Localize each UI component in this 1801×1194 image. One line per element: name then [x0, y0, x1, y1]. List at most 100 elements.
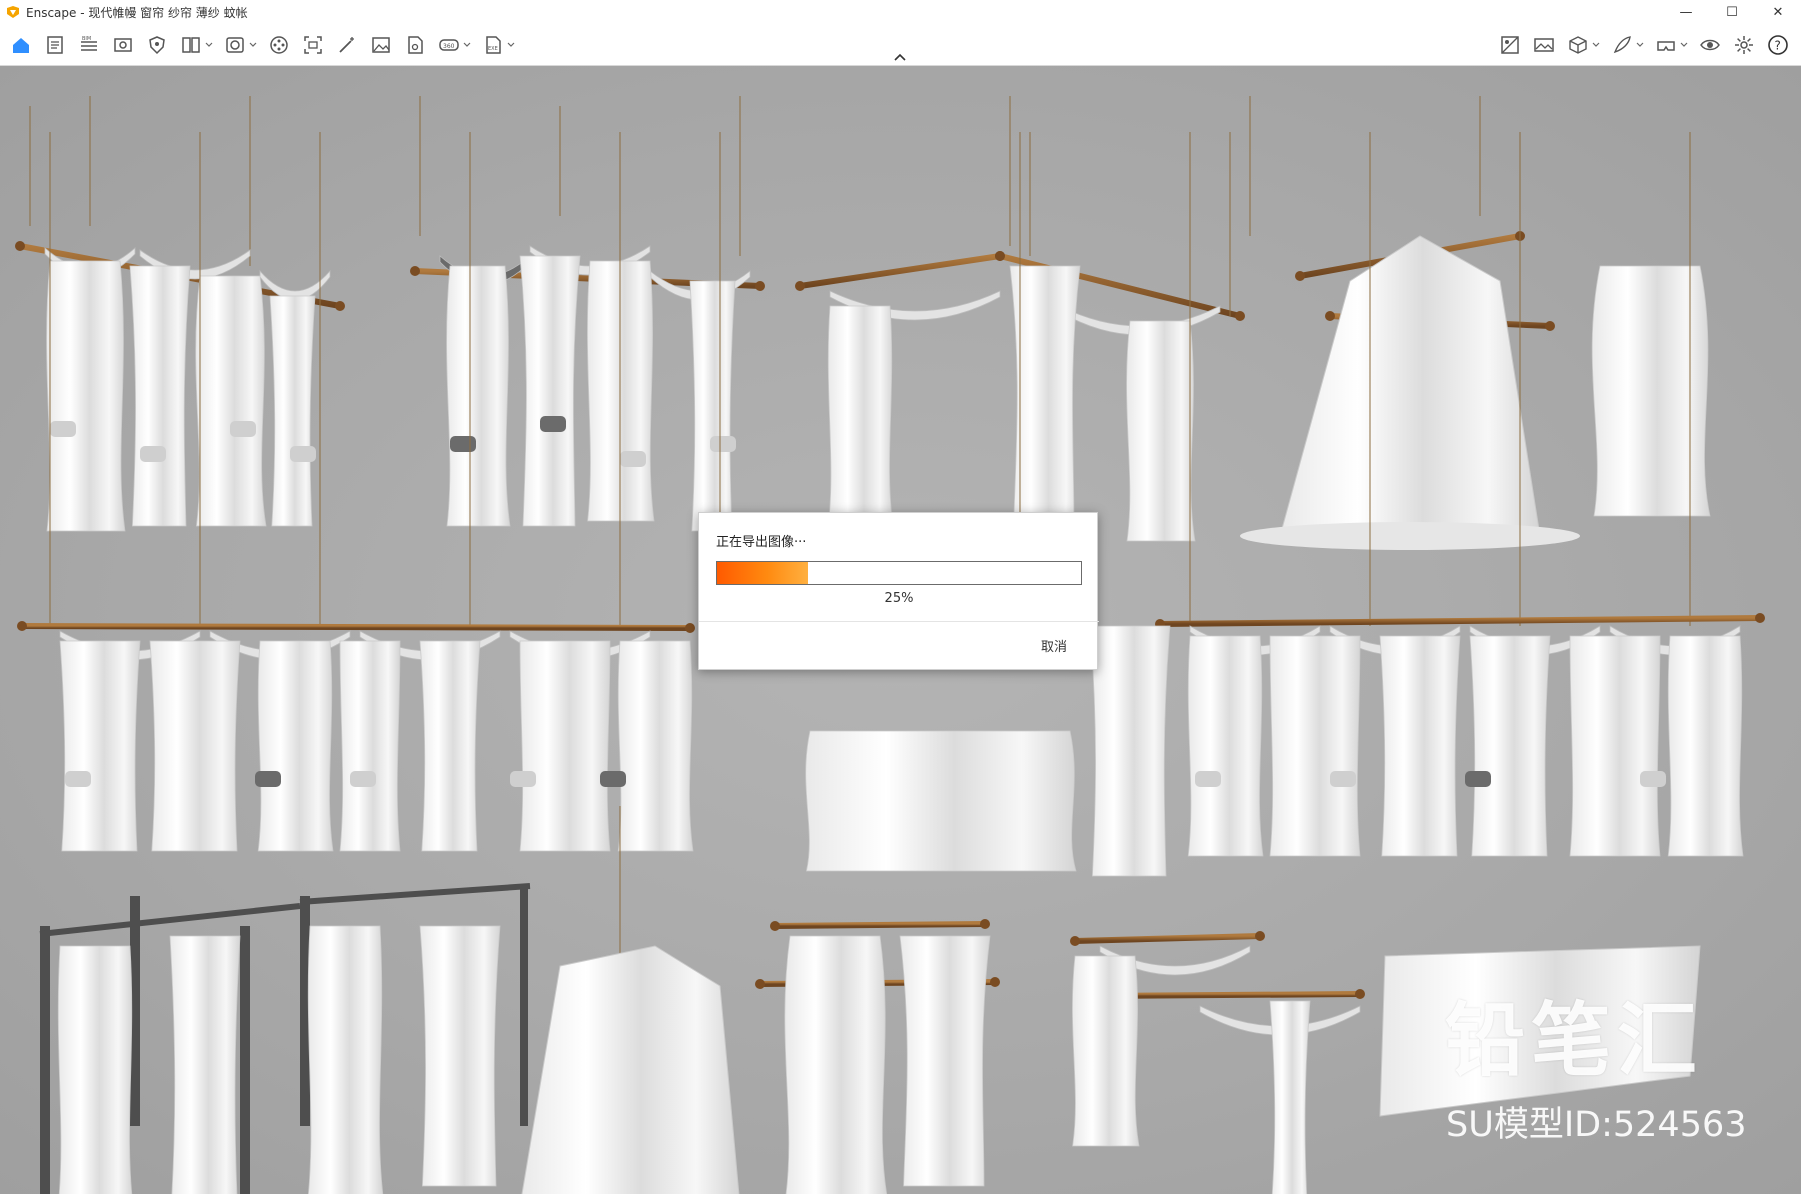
- curtain-tieback: [510, 771, 536, 787]
- chevron-down-icon[interactable]: [1635, 32, 1645, 58]
- rod-finial: [1545, 321, 1555, 331]
- chevron-down-icon[interactable]: [462, 32, 472, 58]
- enscape-logo-icon: [7, 6, 19, 18]
- export-progress-dialog: 正在导出图像··· 25% 取消: [698, 512, 1099, 670]
- chevron-down-icon[interactable]: [506, 32, 516, 58]
- curtain-tieback: [1195, 771, 1221, 787]
- rod-finial: [770, 921, 780, 931]
- chevron-down-icon[interactable]: [1679, 32, 1689, 58]
- curtain-panel: [1187, 635, 1264, 857]
- view-icon[interactable]: [110, 32, 136, 58]
- curtain-panel: [1569, 635, 1661, 857]
- settings-icon[interactable]: [1731, 32, 1757, 58]
- curtain-tieback: [50, 421, 76, 437]
- screenshot-icon[interactable]: [300, 32, 326, 58]
- pdf-export-icon[interactable]: [402, 32, 428, 58]
- curtain-panel: [59, 640, 141, 852]
- collapse-toolbar-icon[interactable]: [892, 50, 908, 64]
- vr-icon[interactable]: [1653, 32, 1679, 58]
- curtain-panel: [446, 265, 511, 527]
- toolbar-left-group: BIM 360 EXE: [4, 24, 520, 66]
- curtain-rod: [1157, 615, 1763, 627]
- bed-post: [520, 886, 528, 1126]
- curtain-panel: [57, 945, 133, 1194]
- bed-post: [240, 926, 250, 1194]
- curtain-panel: [805, 730, 1077, 872]
- curtain-panel: [307, 925, 384, 1194]
- progress-fill: [717, 562, 808, 584]
- curtain-panel: [195, 275, 267, 527]
- rod-finial: [410, 266, 420, 276]
- export-progress-bar: [716, 561, 1082, 585]
- curtain-panel: [129, 265, 191, 527]
- canopy-curtain: [1279, 235, 1541, 537]
- eye-icon[interactable]: [1697, 32, 1723, 58]
- curtain-panel: [1072, 955, 1140, 1147]
- panorama-icon[interactable]: 360: [436, 32, 462, 58]
- curtain-tieback: [540, 416, 566, 432]
- help-icon[interactable]: ?: [1765, 32, 1791, 58]
- enscape-toolbar: BIM 360 EXE ?: [0, 24, 1801, 66]
- curtain-tieback: [65, 771, 91, 787]
- gallery-icon[interactable]: [1531, 32, 1557, 58]
- shield-icon[interactable]: [144, 32, 170, 58]
- home-icon[interactable]: [8, 32, 34, 58]
- curtain-tieback: [350, 771, 376, 787]
- chevron-down-icon[interactable]: [204, 32, 214, 58]
- curtain-panel: [1469, 635, 1551, 857]
- rod-finial: [1295, 271, 1305, 281]
- curtain-puddle: [1240, 522, 1580, 550]
- document-icon[interactable]: [42, 32, 68, 58]
- curtain-panel: [419, 640, 481, 852]
- image-icon[interactable]: [368, 32, 394, 58]
- feather-icon[interactable]: [1609, 32, 1635, 58]
- svg-text:?: ?: [1775, 39, 1781, 53]
- bed-post: [40, 926, 50, 1194]
- cancel-button[interactable]: 取消: [1041, 636, 1067, 655]
- curtain-tieback: [600, 771, 626, 787]
- curtain-tieback: [140, 446, 166, 462]
- rod-finial: [1325, 311, 1335, 321]
- curtain-panel: [1667, 635, 1744, 857]
- curtain-panel: [827, 305, 894, 527]
- asset-icon[interactable]: [222, 32, 248, 58]
- curtain-tieback: [1330, 771, 1356, 787]
- curtain-panel: [1591, 265, 1711, 517]
- chevron-down-icon[interactable]: [248, 32, 258, 58]
- maximize-button[interactable]: ☐: [1709, 0, 1755, 24]
- curtain-panel: [169, 935, 241, 1194]
- curtain-tieback: [255, 771, 281, 787]
- rod-finial: [1755, 613, 1765, 623]
- curtain-rod: [19, 623, 693, 631]
- curtain-panel: [519, 255, 581, 527]
- minimize-button[interactable]: —: [1663, 0, 1709, 24]
- rod-finial: [795, 281, 805, 291]
- rod-finial: [995, 251, 1005, 261]
- bed-frame: [39, 903, 301, 937]
- film-icon[interactable]: [266, 32, 292, 58]
- bim-icon[interactable]: BIM: [76, 32, 102, 58]
- exe-export-icon[interactable]: EXE: [480, 32, 506, 58]
- curtain-panel: [149, 640, 241, 852]
- curtain-tieback: [710, 436, 736, 452]
- curtain-panel: [1089, 625, 1171, 877]
- brand-watermark: 铅笔汇: [1445, 994, 1703, 1087]
- rod-finial: [15, 241, 25, 251]
- cube-icon[interactable]: [1565, 32, 1591, 58]
- curtain-panel: [46, 260, 126, 532]
- magic-icon[interactable]: [334, 32, 360, 58]
- curtain-tieback: [230, 421, 256, 437]
- curtain-rod: [797, 253, 1003, 289]
- curtain-panel: [617, 640, 694, 852]
- rod-finial: [1355, 989, 1365, 999]
- curtain-tieback: [290, 446, 316, 462]
- curtain-panel: [784, 935, 888, 1194]
- progress-percent: 25%: [884, 591, 914, 606]
- curtain-panel: [339, 640, 401, 852]
- curtain-tieback: [620, 451, 646, 467]
- material-icon[interactable]: [1497, 32, 1523, 58]
- close-button[interactable]: ✕: [1755, 0, 1801, 24]
- chevron-down-icon[interactable]: [1591, 32, 1601, 58]
- layout-icon[interactable]: [178, 32, 204, 58]
- rod-finial: [1070, 936, 1080, 946]
